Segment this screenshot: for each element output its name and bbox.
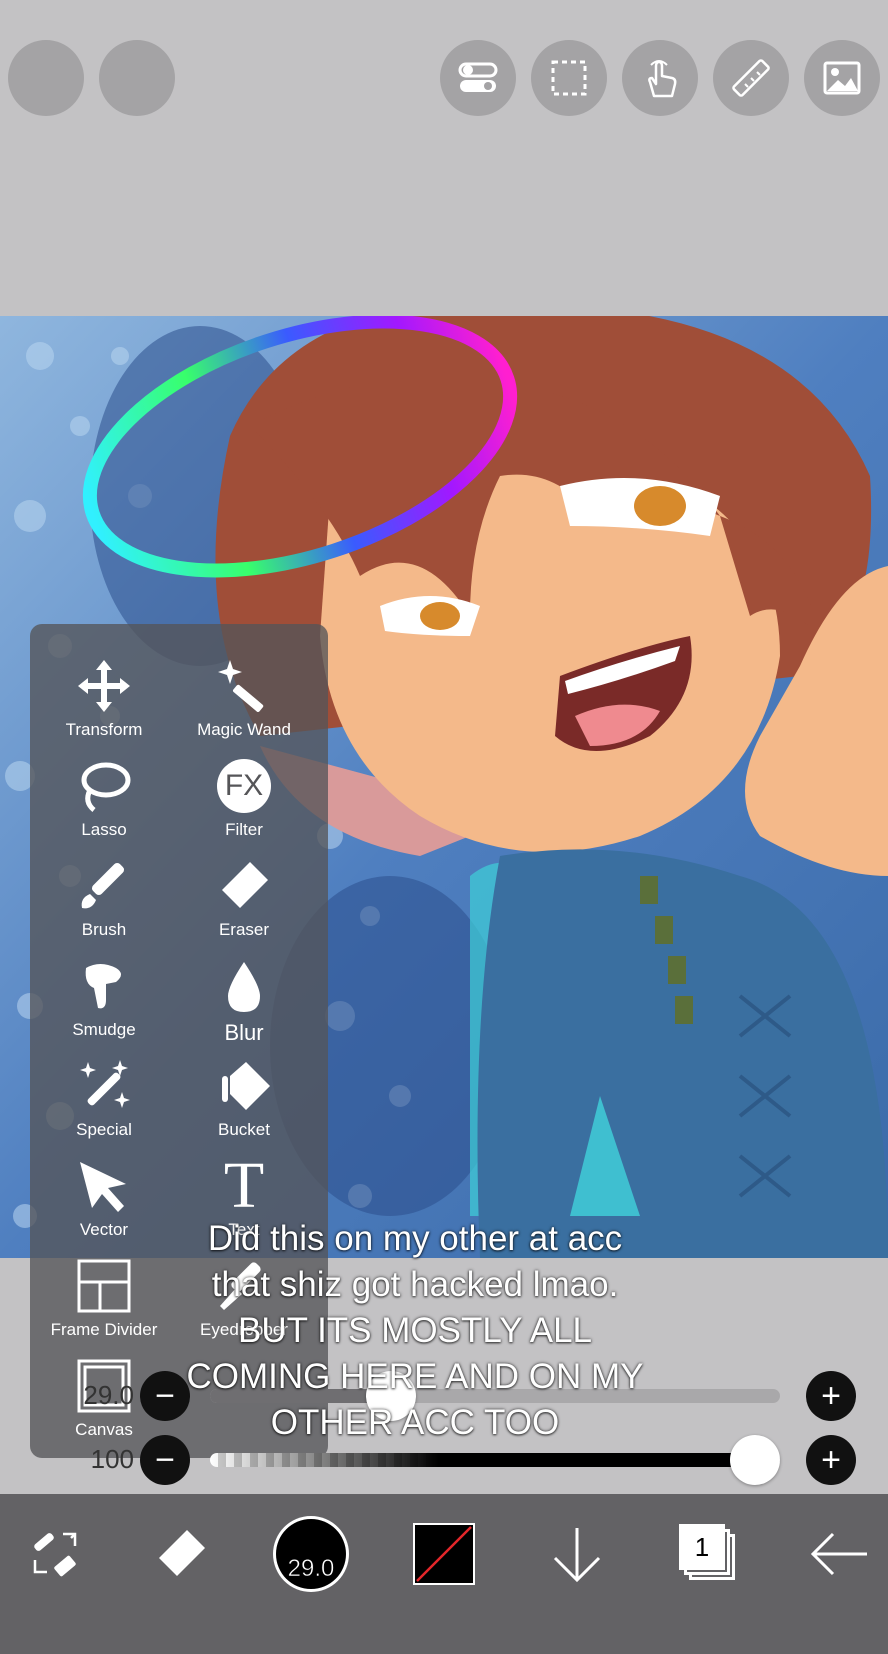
caption-line: BUT ITS MOSTLY ALL: [237, 1311, 593, 1350]
opacity-slider-track[interactable]: [210, 1453, 780, 1467]
tool-label: Smudge: [72, 1020, 136, 1039]
magic-wand-icon: [214, 656, 274, 716]
back-button[interactable]: [784, 1504, 888, 1604]
down-arrow-icon: [553, 1528, 601, 1583]
tool-eraser[interactable]: Eraser: [174, 850, 314, 948]
caption-line: OTHER ACC TOO: [270, 1403, 560, 1442]
selection-icon: [551, 60, 587, 96]
tool-label: Special: [76, 1120, 132, 1139]
size-increase-button[interactable]: +: [806, 1371, 856, 1421]
brush-size-label: 29.0: [287, 1555, 335, 1583]
special-icon: [74, 1056, 134, 1116]
move-down-button[interactable]: [522, 1504, 632, 1604]
tool-brush[interactable]: Brush: [34, 850, 174, 948]
ruler-icon: [732, 59, 770, 97]
tool-filter[interactable]: FX Filter: [174, 750, 314, 848]
settings-toggle-button[interactable]: [440, 40, 516, 116]
fx-icon-text: FX: [217, 759, 271, 813]
eraser-icon: [214, 856, 274, 916]
tool-label: Filter: [225, 820, 263, 839]
smudge-icon: [74, 956, 134, 1016]
tool-magic-wand[interactable]: Magic Wand: [174, 650, 314, 748]
vector-icon: [74, 1156, 134, 1216]
bottom-toolbar: 29.0 1: [0, 1494, 888, 1654]
eraser-button[interactable]: [126, 1504, 236, 1604]
tool-label: Lasso: [81, 820, 127, 839]
video-caption: Did this on my other at acc that shiz go…: [130, 1216, 700, 1446]
text-icon: T: [214, 1149, 274, 1222]
tool-label: Vector: [79, 1220, 129, 1239]
tool-swap-icon: [33, 1532, 77, 1577]
left-menu-button-2[interactable]: [99, 40, 175, 116]
selection-button[interactable]: [531, 40, 607, 116]
hand-touch-button[interactable]: [622, 40, 698, 116]
eraser-icon: [159, 1530, 205, 1576]
brush-icon: [74, 856, 134, 916]
tool-transform[interactable]: Transform: [34, 650, 174, 748]
ruler-button[interactable]: [713, 40, 789, 116]
tool-label: Bucket: [218, 1120, 270, 1139]
tool-label: Brush: [81, 920, 127, 939]
hand-touch-icon: [648, 60, 677, 98]
tool-lasso[interactable]: Lasso: [34, 750, 174, 848]
tool-smudge[interactable]: Smudge: [34, 950, 174, 1048]
caption-line: COMING HERE AND ON MY: [186, 1357, 644, 1396]
brush-size-button[interactable]: 29.0: [256, 1504, 366, 1604]
brush-size-value: 29.0: [83, 1380, 134, 1410]
image-icon: [823, 61, 861, 95]
color-swatch-button[interactable]: [389, 1504, 499, 1604]
caption-line: that shiz got hacked lmao.: [211, 1265, 619, 1304]
caption-line: Did this on my other at acc: [207, 1219, 623, 1258]
brush-size-icon: 29.0: [273, 1516, 349, 1592]
left-menu-button-1[interactable]: [8, 40, 84, 116]
image-button[interactable]: [804, 40, 880, 116]
tool-special[interactable]: Special: [34, 1050, 174, 1148]
opacity-slider-thumb[interactable]: [730, 1435, 780, 1485]
layer-count: 1: [694, 1531, 710, 1562]
back-arrow-icon: [810, 1532, 867, 1576]
toggle-settings-icon: [458, 62, 498, 92]
opacity-increase-button[interactable]: +: [806, 1435, 856, 1485]
tool-label: Magic Wand: [197, 720, 291, 739]
tool-label: Eraser: [218, 920, 270, 939]
bucket-icon: [214, 1056, 274, 1116]
opacity-value: 100: [90, 1444, 134, 1474]
tool-label: Blur: [224, 1020, 264, 1045]
transform-icon: [74, 656, 134, 716]
layers-button[interactable]: 1: [654, 1504, 764, 1604]
lasso-icon: [74, 756, 134, 816]
layers-icon: 1: [679, 1524, 739, 1584]
text-icon-glyph: T: [223, 1149, 265, 1222]
tool-label: Transform: [65, 720, 143, 739]
tool-blur[interactable]: Blur: [174, 950, 314, 1048]
blur-icon: [214, 956, 274, 1016]
tool-swap-button[interactable]: [0, 1504, 110, 1604]
fx-icon: FX: [214, 756, 274, 816]
frame-divider-icon: [74, 1256, 134, 1316]
tool-bucket[interactable]: Bucket: [174, 1050, 314, 1148]
color-swatch-icon: [413, 1523, 475, 1585]
top-toolbar: [0, 0, 888, 316]
